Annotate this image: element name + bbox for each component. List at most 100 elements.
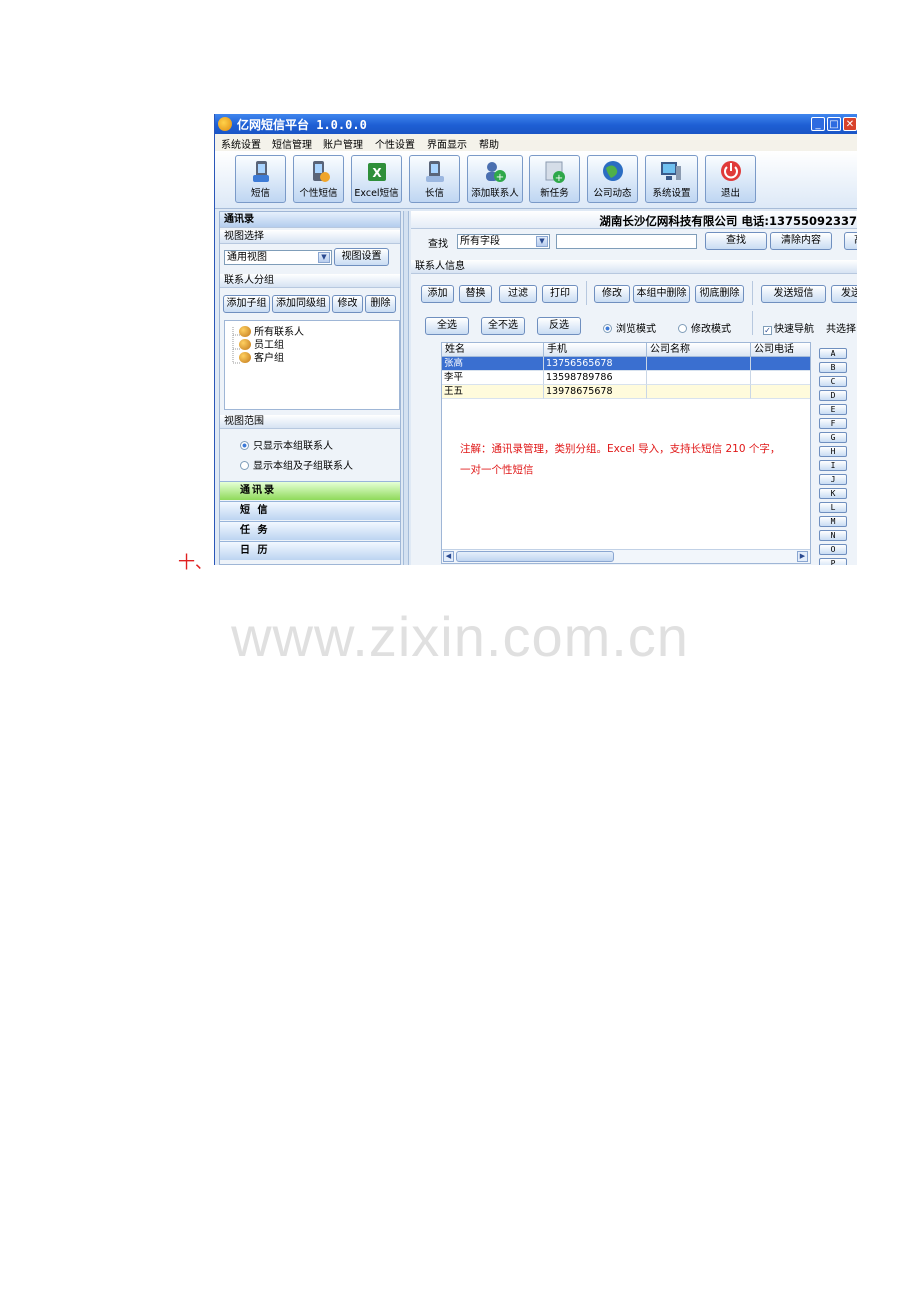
list-number: 十、 bbox=[178, 553, 212, 573]
scroll-thumb[interactable] bbox=[456, 551, 614, 562]
maximize-button[interactable]: □ bbox=[827, 117, 841, 131]
clear-button[interactable]: 清除内容 bbox=[770, 232, 832, 250]
scope-option-with-subgroups[interactable]: 显示本组及子组联系人 bbox=[240, 457, 353, 472]
add-subgroup-button[interactable]: 添加子组 bbox=[223, 295, 270, 313]
svg-text:+: + bbox=[555, 173, 563, 184]
column-header-name[interactable]: 姓名 bbox=[442, 343, 544, 357]
alpha-button-n[interactable]: N bbox=[819, 530, 847, 541]
exit-button[interactable]: 退出 bbox=[705, 155, 756, 203]
phone-icon bbox=[250, 160, 272, 184]
alpha-button-e[interactable]: E bbox=[819, 404, 847, 415]
menu-account-management[interactable]: 账户管理 bbox=[323, 136, 363, 151]
cell-name: 王五 bbox=[442, 385, 544, 399]
select-none-button[interactable]: 全不选 bbox=[481, 317, 525, 335]
close-button[interactable]: ✕ bbox=[843, 117, 857, 131]
table-row[interactable]: 王五 13978675678 bbox=[442, 385, 810, 399]
minimize-button[interactable]: _ bbox=[811, 117, 825, 131]
title-bar[interactable]: 亿网短信平台 1.0.0.0 _ □ ✕ bbox=[215, 114, 857, 134]
send-sms-button[interactable]: 发送短信 bbox=[761, 285, 826, 303]
alpha-button-o[interactable]: O bbox=[819, 544, 847, 555]
system-settings-button[interactable]: 系统设置 bbox=[645, 155, 698, 203]
add-contact-button[interactable]: + 添加联系人 bbox=[467, 155, 523, 203]
edit-mode-radio[interactable]: 修改模式 bbox=[678, 320, 731, 335]
invert-selection-button[interactable]: 反选 bbox=[537, 317, 581, 335]
delete-group-button[interactable]: 删除 bbox=[365, 295, 396, 313]
annotation-line: 注解：通讯录管理，类别分组。Excel 导入，支持长短信 210 个字， bbox=[460, 443, 781, 455]
scope-title: 视图范围 bbox=[220, 415, 400, 429]
nav-contacts[interactable]: 通讯录 bbox=[220, 481, 400, 500]
radio-selected-icon bbox=[240, 441, 249, 450]
sidebar-header: 通讯录 bbox=[220, 212, 400, 228]
cell-mobile: 13756565678 bbox=[544, 357, 647, 371]
quick-nav-checkbox[interactable]: ✓ 快速导航 bbox=[763, 320, 814, 335]
long-message-button[interactable]: 长信 bbox=[409, 155, 460, 203]
scope-option-this-group[interactable]: 只显示本组联系人 bbox=[240, 437, 333, 452]
contact-info-title: 联系人信息 bbox=[411, 260, 857, 274]
nav-tasks[interactable]: 任 务 bbox=[220, 521, 400, 540]
menu-system-settings[interactable]: 系统设置 bbox=[221, 136, 261, 151]
filter-button[interactable]: 过滤 bbox=[499, 285, 537, 303]
company-news-button[interactable]: 公司动态 bbox=[587, 155, 638, 203]
column-header-company[interactable]: 公司名称 bbox=[647, 343, 751, 357]
alpha-button-p[interactable]: P bbox=[819, 558, 847, 565]
nav-calendar[interactable]: 日 历 bbox=[220, 541, 400, 560]
edit-button[interactable]: 修改 bbox=[594, 285, 630, 303]
user-phone-icon bbox=[308, 160, 330, 184]
view-select-dropdown[interactable]: 通用视图 ▼ bbox=[224, 250, 332, 265]
search-field-dropdown[interactable]: 所有字段 ▼ bbox=[457, 234, 550, 249]
view-settings-button[interactable]: 视图设置 bbox=[334, 248, 389, 266]
print-button[interactable]: 打印 bbox=[542, 285, 578, 303]
alpha-button-k[interactable]: K bbox=[819, 488, 847, 499]
delete-permanently-button[interactable]: 彻底删除 bbox=[695, 285, 744, 303]
column-header-mobile[interactable]: 手机 bbox=[544, 343, 647, 357]
search-input[interactable] bbox=[556, 234, 697, 249]
sms-button[interactable]: 短信 bbox=[235, 155, 286, 203]
search-label: 查找 bbox=[428, 239, 448, 250]
scroll-right-icon[interactable]: ▶ bbox=[797, 551, 808, 562]
menu-sms-management[interactable]: 短信管理 bbox=[272, 136, 312, 151]
chevron-down-icon[interactable]: ▼ bbox=[536, 236, 548, 247]
divider bbox=[752, 281, 753, 305]
send-more-button[interactable]: 发送 bbox=[831, 285, 857, 303]
alpha-button-j[interactable]: J bbox=[819, 474, 847, 485]
radio-icon bbox=[678, 324, 687, 333]
alpha-button-l[interactable]: L bbox=[819, 502, 847, 513]
alpha-button-d[interactable]: D bbox=[819, 390, 847, 401]
alpha-button-m[interactable]: M bbox=[819, 516, 847, 527]
tree-item-customer-group[interactable]: 客户组 bbox=[239, 349, 284, 364]
window-title: 亿网短信平台 1.0.0.0 bbox=[237, 118, 367, 132]
excel-sms-button[interactable]: X Excel短信 bbox=[351, 155, 402, 203]
add-contact-icon: + bbox=[484, 160, 506, 184]
alpha-button-f[interactable]: F bbox=[819, 418, 847, 429]
chevron-down-icon[interactable]: ▼ bbox=[318, 252, 330, 263]
edit-group-button[interactable]: 修改 bbox=[332, 295, 363, 313]
alpha-button-b[interactable]: B bbox=[819, 362, 847, 373]
group-tree: 所有联系人 员工组 客户组 bbox=[224, 320, 400, 410]
menu-display[interactable]: 界面显示 bbox=[427, 136, 467, 151]
table-row[interactable]: 张高 13756565678 bbox=[442, 357, 810, 371]
alpha-button-i[interactable]: I bbox=[819, 460, 847, 471]
delete-from-group-button[interactable]: 本组中删除 bbox=[633, 285, 690, 303]
select-all-button[interactable]: 全选 bbox=[425, 317, 469, 335]
table-row[interactable]: 李平 13598789786 bbox=[442, 371, 810, 385]
personal-sms-button[interactable]: 个性短信 bbox=[293, 155, 344, 203]
new-task-button[interactable]: + 新任务 bbox=[529, 155, 580, 203]
alpha-button-a[interactable]: A bbox=[819, 348, 847, 359]
add-sibling-group-button[interactable]: 添加同级组 bbox=[272, 295, 330, 313]
add-button[interactable]: 添加 bbox=[421, 285, 454, 303]
scroll-left-icon[interactable]: ◀ bbox=[443, 551, 454, 562]
column-header-company-tel[interactable]: 公司电话 bbox=[751, 343, 810, 357]
menu-help[interactable]: 帮助 bbox=[479, 136, 499, 151]
panel-splitter[interactable] bbox=[403, 211, 409, 565]
replace-button[interactable]: 替换 bbox=[459, 285, 492, 303]
alpha-button-h[interactable]: H bbox=[819, 446, 847, 457]
contacts-table: 姓名 手机 公司名称 公司电话 张高 13756565678 李平 135987… bbox=[441, 342, 811, 564]
menu-personal-settings[interactable]: 个性设置 bbox=[375, 136, 415, 151]
alpha-button-g[interactable]: G bbox=[819, 432, 847, 443]
browse-mode-radio[interactable]: 浏览模式 bbox=[603, 320, 656, 335]
find-button[interactable]: 查找 bbox=[705, 232, 767, 250]
alpha-button-c[interactable]: C bbox=[819, 376, 847, 387]
advanced-button[interactable]: 高 bbox=[844, 232, 857, 250]
nav-sms[interactable]: 短 信 bbox=[220, 501, 400, 520]
horizontal-scrollbar[interactable]: ◀ ▶ bbox=[442, 549, 810, 563]
